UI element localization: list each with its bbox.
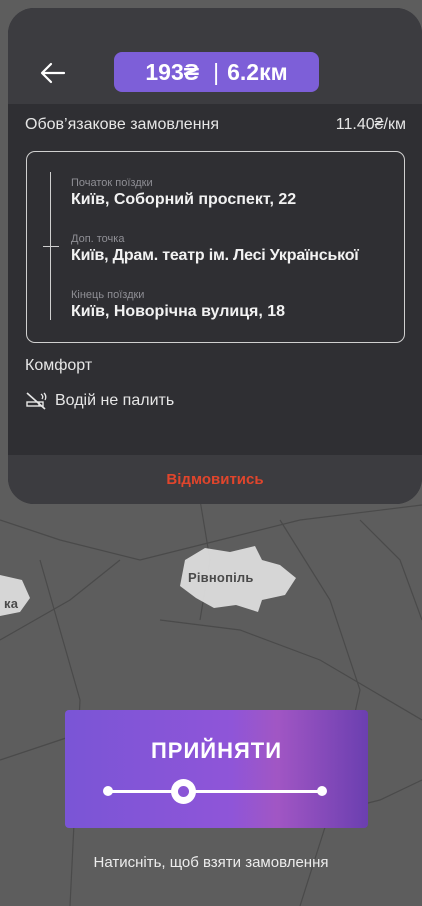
no-smoking-icon	[26, 392, 47, 410]
slider-track	[107, 790, 323, 793]
distance-value: 6.2км	[227, 58, 288, 85]
back-button[interactable]	[38, 58, 68, 88]
map-label-partial: ка	[4, 596, 19, 611]
comfort-title: Комфорт	[25, 357, 93, 374]
route-stop-marker	[43, 246, 59, 247]
route-stop-waypoint: Доп. точка Київ, Драм. театр ім. Лесі Ук…	[71, 232, 359, 266]
accept-label: ПРИЙНЯТИ	[150, 738, 283, 763]
stop-caption: Початок поїздки	[71, 177, 153, 189]
slider-start-dot	[103, 786, 113, 796]
route-stop-start: Початок поїздки Київ, Соборний проспект,…	[71, 176, 296, 210]
comfort-item-no-smoking: Водій не палить	[25, 391, 174, 411]
order-card: 193₴ | 6.2км Обов’язакове замовлення 11.…	[8, 8, 422, 504]
route-box: Початок поїздки Київ, Соборний проспект,…	[26, 151, 405, 343]
cancel-bar: Відмовитись	[8, 455, 422, 504]
stop-address: Київ, Новорічна вулиця, 18	[71, 303, 286, 320]
price-distance-badge: 193₴ | 6.2км	[114, 52, 319, 92]
stop-address: Київ, Драм. театр ім. Лесі Української	[71, 247, 359, 264]
accept-button[interactable]: ПРИЙНЯТИ	[65, 710, 368, 828]
stop-caption: Доп. точка	[71, 233, 125, 245]
map-label-rivnopil: Рівнопіль	[188, 570, 254, 585]
slider-knob[interactable]	[171, 779, 196, 804]
stop-address: Київ, Соборний проспект, 22	[71, 191, 297, 208]
accept-hint: Натисніть, щоб взяти замовлення	[93, 854, 329, 871]
comfort-item-label: Водій не палить	[55, 392, 175, 409]
slider-end-dot	[317, 786, 327, 796]
route-stop-end: Кінець поїздки Київ, Новорічна вулиця, 1…	[71, 288, 285, 322]
separator: |	[213, 58, 220, 85]
order-type-label: Обов’язакове замовлення	[25, 116, 220, 133]
price-value: 193₴	[145, 58, 200, 85]
cancel-button[interactable]: Відмовитись	[166, 471, 263, 488]
order-info-row: Обов’язакове замовлення 11.40₴/км	[8, 116, 422, 134]
order-rate: 11.40₴/км	[335, 116, 406, 133]
arrow-left-icon	[40, 62, 66, 84]
stop-caption: Кінець поїздки	[71, 289, 145, 301]
card-header: 193₴ | 6.2км	[8, 8, 422, 104]
